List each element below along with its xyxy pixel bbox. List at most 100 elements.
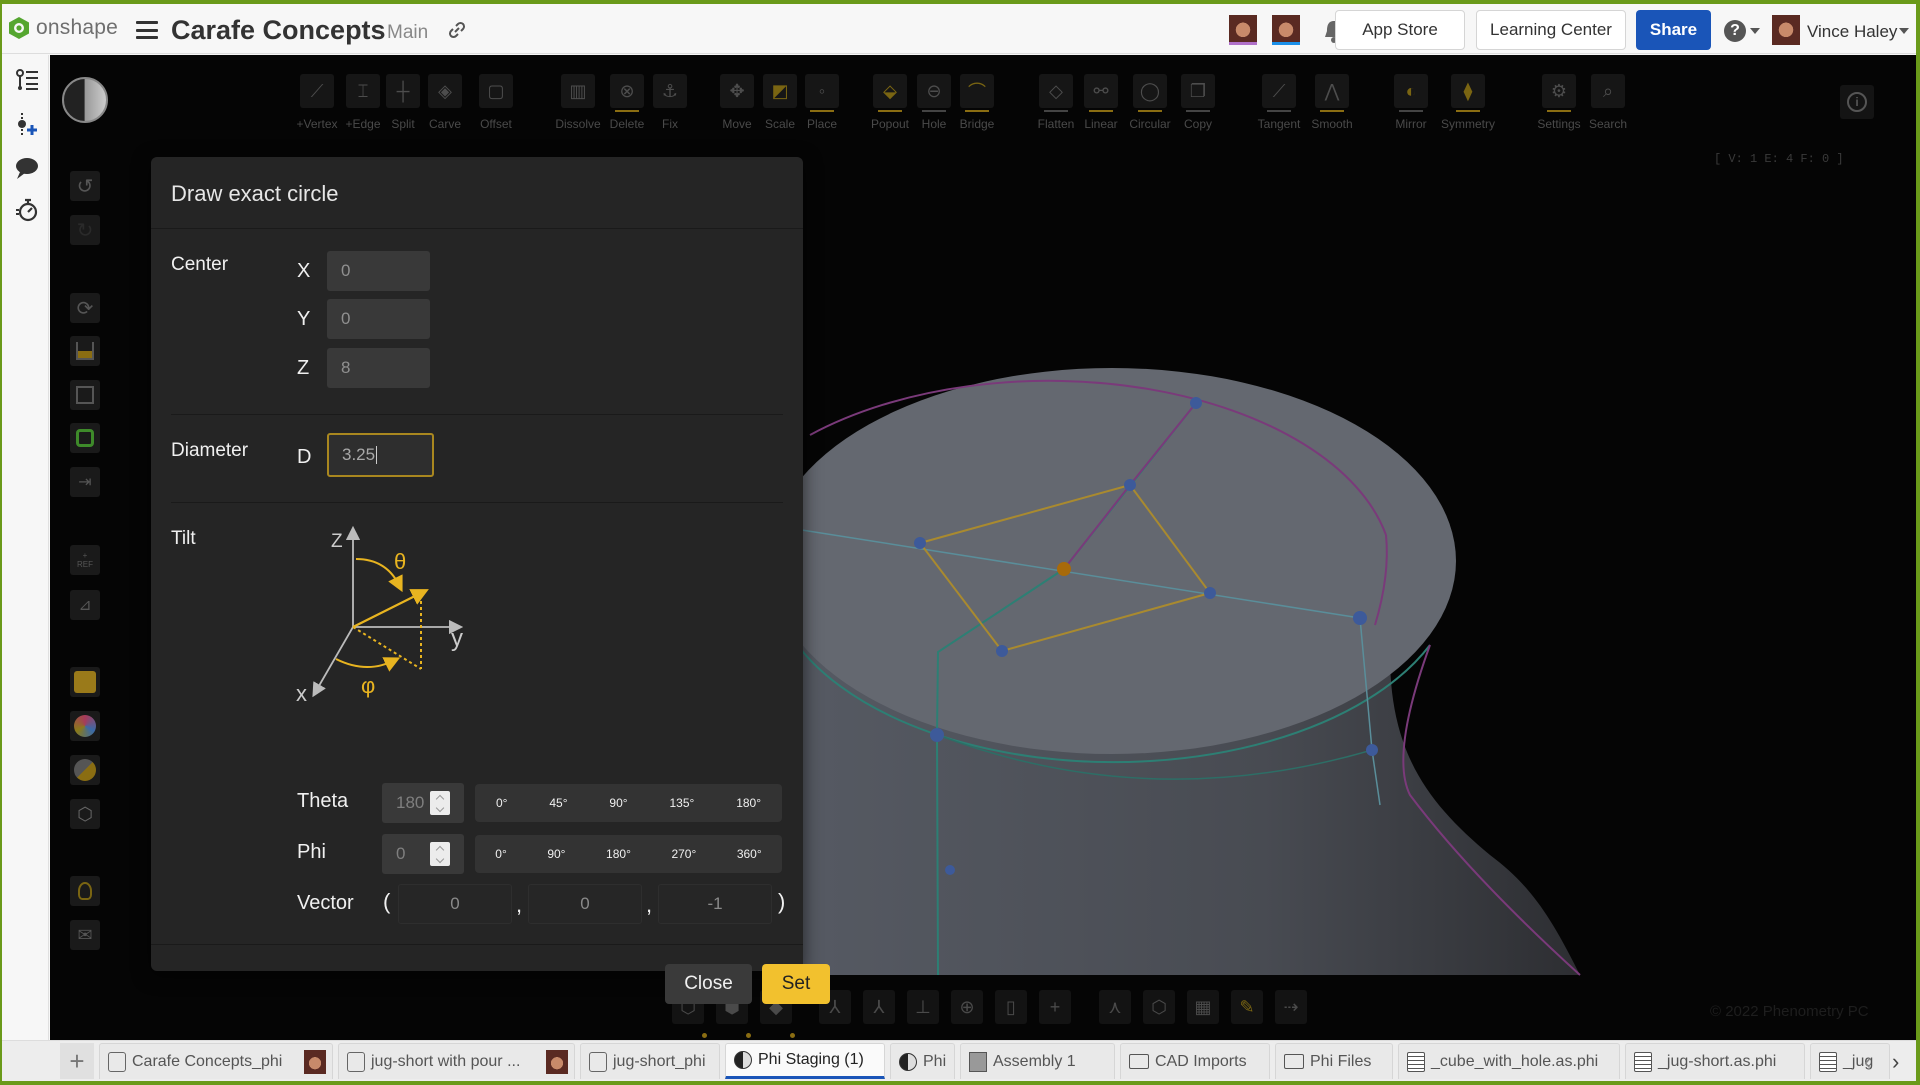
axis-right-button[interactable]: ⅄ — [863, 990, 895, 1024]
document-tab[interactable]: _cube_with_hole.as.phi — [1398, 1043, 1620, 1079]
tool-scale[interactable]: ◩ — [763, 74, 797, 108]
grid-button[interactable]: ▦ — [1187, 990, 1219, 1024]
info-button[interactable]: i — [1840, 85, 1874, 119]
tool-bridge[interactable]: ⌒ — [960, 74, 994, 112]
axes-button[interactable]: ⋏ — [1099, 990, 1131, 1024]
origin-button[interactable]: + — [1039, 990, 1071, 1024]
user-avatar[interactable] — [1772, 15, 1800, 45]
refresh-button[interactable]: ⟳ — [70, 293, 100, 323]
document-tab[interactable]: _jug-short.as.phi — [1625, 1043, 1805, 1079]
tool-linear[interactable]: ⚯ — [1084, 74, 1118, 112]
learning-center-button[interactable]: Learning Center — [1476, 10, 1626, 50]
theta-preset-button[interactable]: 135° — [663, 792, 700, 814]
phi-preset-button[interactable]: 360° — [731, 843, 768, 865]
theta-preset-button[interactable]: 180° — [730, 792, 767, 814]
set-button[interactable]: Set — [762, 964, 830, 1004]
diameter-input[interactable]: 3.25 — [327, 433, 434, 477]
tool-place[interactable]: ◦ — [805, 74, 839, 112]
lightbulb-button[interactable] — [70, 876, 100, 906]
user-dropdown-caret[interactable] — [1899, 28, 1909, 34]
document-tab[interactable]: Carafe Concepts_phi — [99, 1043, 333, 1079]
document-tab[interactable]: Assembly 1 — [960, 1043, 1115, 1079]
menu-button[interactable] — [136, 21, 158, 39]
tool-copy[interactable]: ❐ — [1181, 74, 1215, 112]
undo-button[interactable]: ↺ — [70, 171, 100, 201]
tool-circular[interactable]: ◯ — [1133, 74, 1167, 112]
theta-preset-button[interactable]: 90° — [603, 792, 633, 814]
document-tab[interactable]: CAD Imports — [1120, 1043, 1270, 1079]
color-swatch-button[interactable] — [70, 667, 100, 697]
tool-move[interactable]: ✥ — [720, 74, 754, 108]
feature-list-icon[interactable] — [14, 67, 40, 93]
document-tab[interactable]: _jug — [1810, 1043, 1890, 1079]
tabs-scroll-right[interactable]: › — [1892, 1049, 1899, 1075]
tool-carve[interactable]: ◈ — [428, 74, 462, 108]
document-title[interactable]: Carafe Concepts — [171, 15, 386, 46]
comments-icon[interactable] — [14, 155, 40, 181]
shaded-cube-button[interactable]: ⬡ — [1143, 990, 1175, 1024]
theta-spinner[interactable]: 180 — [382, 783, 464, 823]
tool-hole[interactable]: ⊖ — [917, 74, 951, 112]
collaborator-avatar[interactable] — [1272, 15, 1300, 45]
phi-preset-button[interactable]: 270° — [665, 843, 702, 865]
wireframe-cube-button[interactable]: ⬡ — [70, 799, 100, 829]
section-button[interactable]: ▯ — [995, 990, 1027, 1024]
theta-preset-button[interactable]: 45° — [543, 792, 573, 814]
vector-x-input[interactable]: 0 — [398, 884, 512, 924]
onshape-logo[interactable]: onshape — [8, 16, 118, 40]
history-timer-icon[interactable] — [14, 197, 40, 223]
document-tab[interactable]: Phi — [890, 1043, 955, 1079]
phi-stepper[interactable] — [430, 842, 450, 866]
tool-symmetry[interactable]: ⧫ — [1451, 74, 1485, 112]
add-tab-button[interactable]: + — [60, 1043, 94, 1079]
insert-feature-icon[interactable] — [14, 111, 40, 137]
center-y-input[interactable]: 0 — [327, 299, 430, 339]
tool-search[interactable]: ⌕ — [1591, 74, 1625, 108]
center-z-input[interactable]: 8 — [327, 348, 430, 388]
tool-mirror[interactable]: ◐ — [1394, 74, 1428, 112]
tool-tangent[interactable]: ⟋ — [1262, 74, 1296, 112]
mail-button[interactable]: ✉ — [70, 920, 100, 950]
help-icon[interactable]: ? — [1724, 20, 1746, 42]
color-wheel-button[interactable] — [70, 711, 100, 741]
theta-stepper[interactable] — [430, 791, 450, 815]
user-name[interactable]: Vince Haley — [1807, 22, 1897, 42]
tool-delete[interactable]: ⊗ — [610, 74, 644, 112]
phi-logo-icon[interactable] — [62, 77, 108, 123]
tool-fix[interactable]: ⚓ — [653, 74, 687, 108]
help-dropdown-caret[interactable] — [1750, 28, 1760, 34]
redo-button[interactable]: ↻ — [70, 215, 100, 245]
center-x-input[interactable]: 0 — [327, 251, 430, 291]
phi-preset-button[interactable]: 90° — [541, 843, 571, 865]
document-tab[interactable]: jug-short_phi — [580, 1043, 720, 1079]
tool-add-vertex[interactable]: ⟋ — [300, 74, 334, 108]
zoom-fit-button[interactable]: ⊕ — [951, 990, 983, 1024]
save-button[interactable] — [70, 380, 100, 410]
share-button[interactable]: Share — [1636, 10, 1711, 50]
branch-name[interactable]: Main — [387, 22, 428, 44]
tool-split[interactable]: ┼ — [386, 74, 420, 108]
phi-preset-button[interactable]: 0° — [489, 843, 512, 865]
tabs-scroll-left[interactable]: ‹ — [1864, 1049, 1871, 1075]
phi-preset-button[interactable]: 180° — [600, 843, 637, 865]
3d-viewport[interactable]: ↺ ↻ ⟳ ⇥ + REF ⊿ ⬡ ✉ ⟋ +Vertex ⌶ +Edge ┼ Split ◈… — [50, 55, 1916, 1040]
app-store-button[interactable]: App Store — [1335, 10, 1465, 50]
axis-top-button[interactable]: ⊥ — [907, 990, 939, 1024]
tool-smooth[interactable]: ⋀ — [1315, 74, 1349, 112]
xyz-export-button[interactable]: ⇢ — [1275, 990, 1307, 1024]
reference-plane-button[interactable]: ⊿ — [70, 590, 100, 620]
material-button[interactable] — [70, 755, 100, 785]
tool-flatten[interactable]: ◇ — [1039, 74, 1073, 112]
document-tab[interactable]: Phi Files — [1275, 1043, 1393, 1079]
export-button[interactable]: ⇥ — [70, 467, 100, 497]
tool-add-edge[interactable]: ⌶ — [346, 74, 380, 108]
vector-z-input[interactable]: -1 — [658, 884, 772, 924]
close-button[interactable]: Close — [665, 964, 752, 1004]
link-icon[interactable] — [447, 20, 467, 40]
onshape-export-button[interactable] — [70, 423, 100, 453]
document-tab[interactable]: Phi Staging (1) — [725, 1043, 885, 1079]
tool-offset[interactable]: ▢ — [479, 74, 513, 108]
import-button[interactable] — [70, 336, 100, 366]
pencil-button[interactable]: ✎ — [1231, 990, 1263, 1024]
tool-settings[interactable]: ⚙ — [1542, 74, 1576, 112]
